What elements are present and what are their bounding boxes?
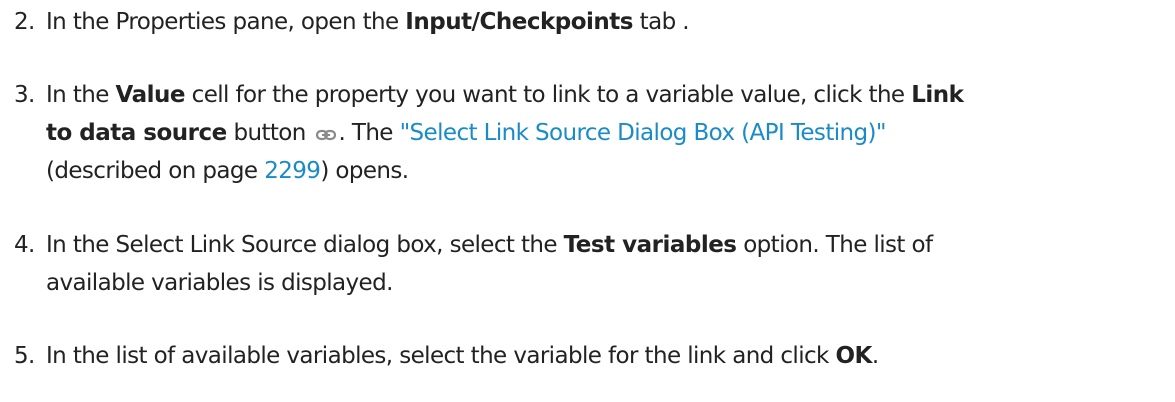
text-run: (described on page bbox=[46, 158, 265, 184]
text-run: available variables is displayed. bbox=[46, 270, 393, 296]
step-number: 5. bbox=[14, 343, 35, 369]
step-number: 4. bbox=[14, 232, 35, 258]
text-run: In the Properties pane, open the bbox=[46, 9, 406, 35]
ui-term-input-checkpoints: Input/Checkpoints bbox=[405, 9, 633, 35]
ui-term-ok: OK bbox=[835, 343, 872, 369]
text-run: In the list of available variables, sele… bbox=[46, 343, 836, 369]
text-run: button bbox=[226, 120, 313, 146]
text-run: tab . bbox=[632, 9, 690, 35]
select-link-source-dialog-link[interactable]: "Select Link Source Dialog Box (API Test… bbox=[400, 120, 887, 146]
ui-term-link: Link bbox=[911, 82, 964, 108]
text-line: In the Value cell for the property you w… bbox=[46, 76, 1166, 114]
text-run: option. The list of bbox=[736, 232, 933, 258]
text-line: In the Select Link Source dialog box, se… bbox=[46, 226, 1166, 264]
text-run: ) opens. bbox=[320, 158, 409, 184]
ui-term-to-data-source: to data source bbox=[46, 120, 227, 146]
page-2299-link[interactable]: 2299 bbox=[264, 158, 321, 184]
text-run: cell for the property you want to link t… bbox=[184, 82, 912, 108]
text-line: (described on page 2299) opens. bbox=[46, 152, 1166, 190]
step-text: In the Properties pane, open the Input/C… bbox=[46, 3, 1166, 41]
text-line: to data source button . The "Select Link… bbox=[46, 114, 1166, 152]
text-line: In the list of available variables, sele… bbox=[46, 337, 1166, 375]
text-line: available variables is displayed. bbox=[46, 264, 1166, 302]
link-chain-icon bbox=[316, 116, 337, 141]
step-number: 2. bbox=[14, 9, 35, 35]
text-run: In the Select Link Source dialog box, se… bbox=[46, 232, 564, 258]
step-text: In the Value cell for the property you w… bbox=[46, 76, 1166, 190]
text-run: . The bbox=[338, 120, 400, 146]
text-run: In the bbox=[46, 82, 116, 108]
text-line: In the Properties pane, open the Input/C… bbox=[46, 3, 1166, 41]
text-run: . bbox=[871, 343, 879, 369]
ui-term-value: Value bbox=[115, 82, 186, 108]
step-number: 3. bbox=[14, 82, 35, 108]
step-text: In the Select Link Source dialog box, se… bbox=[46, 226, 1166, 302]
ui-term-test-variables: Test variables bbox=[563, 232, 737, 258]
step-text: In the list of available variables, sele… bbox=[46, 337, 1166, 375]
document-body: 2. In the Properties pane, open the Inpu… bbox=[0, 0, 1175, 402]
